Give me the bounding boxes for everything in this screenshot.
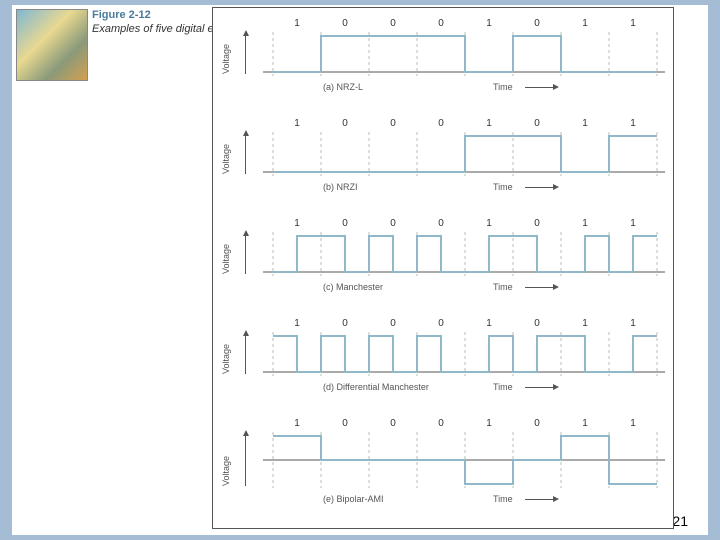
panel-b: Voltage 1 0 0 0 1 0 1 1 (b) NRZI Time (213, 114, 673, 214)
arrow-stem (245, 36, 246, 74)
bit-label: 0 (431, 218, 451, 229)
panel-caption: (b) NRZI (323, 182, 358, 192)
bit-label: 1 (623, 118, 643, 129)
panel-caption: (a) NRZ-L (323, 82, 363, 92)
chart-area: Voltage 1 0 0 0 1 0 1 1 (a) NRZ-L Time Voltage 1 0 0 0 1… (212, 7, 674, 529)
book-thumbnail (16, 9, 88, 81)
waveform-d (263, 332, 667, 376)
bit-label: 1 (479, 118, 499, 129)
bit-label: 1 (623, 218, 643, 229)
bit-label: 1 (287, 118, 307, 129)
arrow-stem (525, 499, 553, 500)
bit-label: 0 (335, 418, 355, 429)
bit-label: 0 (335, 18, 355, 29)
bit-label: 1 (623, 418, 643, 429)
slide: Figure 2-12 Examples of five digital enc… (12, 5, 708, 535)
bit-label: 1 (623, 318, 643, 329)
bit-label: 1 (287, 18, 307, 29)
x-axis-label: Time (493, 182, 513, 192)
bit-label: 1 (575, 418, 595, 429)
bit-label: 1 (575, 18, 595, 29)
bit-label: 0 (527, 218, 547, 229)
bit-label: 0 (527, 18, 547, 29)
bit-label: 0 (383, 118, 403, 129)
waveform-a (263, 32, 667, 76)
bit-label: 1 (575, 218, 595, 229)
y-axis-label: Voltage (221, 344, 231, 374)
arrow-stem (525, 287, 553, 288)
arrow-right-icon (553, 496, 559, 502)
arrow-stem (245, 436, 246, 486)
bit-label: 1 (575, 118, 595, 129)
arrow-stem (525, 187, 553, 188)
bit-label: 0 (431, 418, 451, 429)
bit-label: 1 (479, 418, 499, 429)
arrow-up-icon (243, 430, 249, 436)
waveform-b (263, 132, 667, 176)
bit-label: 0 (335, 118, 355, 129)
bit-label: 1 (287, 218, 307, 229)
bit-label: 1 (479, 318, 499, 329)
arrow-stem (525, 87, 553, 88)
bit-label: 1 (287, 318, 307, 329)
bit-label: 1 (479, 18, 499, 29)
arrow-stem (245, 236, 246, 274)
page-number: 21 (672, 513, 688, 529)
panel-d: Voltage 1 0 0 0 1 0 1 1 (d) Differential Manchest… (213, 314, 673, 414)
panel-a: Voltage 1 0 0 0 1 0 1 1 (a) NRZ-L Time (213, 14, 673, 114)
panel-e: Voltage 1 0 0 0 1 0 1 1 (e) Bipolar-AMI Time (213, 414, 673, 514)
y-axis-label: Voltage (221, 244, 231, 274)
bit-label: 0 (383, 418, 403, 429)
bit-label: 0 (431, 118, 451, 129)
bit-label: 0 (383, 218, 403, 229)
bit-label: 0 (383, 18, 403, 29)
arrow-right-icon (553, 284, 559, 290)
arrow-up-icon (243, 130, 249, 136)
x-axis-label: Time (493, 282, 513, 292)
bit-label: 0 (335, 218, 355, 229)
y-axis-label: Voltage (221, 456, 231, 486)
waveform-c (263, 232, 667, 276)
arrow-up-icon (243, 230, 249, 236)
arrow-right-icon (553, 84, 559, 90)
arrow-right-icon (553, 384, 559, 390)
bit-label: 0 (383, 318, 403, 329)
bit-label: 1 (623, 18, 643, 29)
bit-label: 0 (527, 318, 547, 329)
bit-label: 1 (287, 418, 307, 429)
waveform-e (263, 432, 667, 488)
panel-caption: (d) Differential Manchester (323, 382, 429, 392)
y-axis-label: Voltage (221, 44, 231, 74)
bit-label: 0 (527, 418, 547, 429)
x-axis-label: Time (493, 82, 513, 92)
panel-c: Voltage 1 0 0 0 1 0 1 1 (c) Manchester Time (213, 214, 673, 314)
bit-label: 1 (575, 318, 595, 329)
bit-label: 0 (335, 318, 355, 329)
bit-label: 0 (431, 318, 451, 329)
arrow-up-icon (243, 330, 249, 336)
bit-label: 1 (479, 218, 499, 229)
y-axis-label: Voltage (221, 144, 231, 174)
arrow-right-icon (553, 184, 559, 190)
panel-caption: (c) Manchester (323, 282, 383, 292)
panel-caption: (e) Bipolar-AMI (323, 494, 384, 504)
x-axis-label: Time (493, 494, 513, 504)
bit-label: 0 (527, 118, 547, 129)
arrow-up-icon (243, 30, 249, 36)
bit-label: 0 (431, 18, 451, 29)
x-axis-label: Time (493, 382, 513, 392)
arrow-stem (525, 387, 553, 388)
figure-number: Figure 2-12 (92, 9, 151, 21)
arrow-stem (245, 336, 246, 374)
arrow-stem (245, 136, 246, 174)
